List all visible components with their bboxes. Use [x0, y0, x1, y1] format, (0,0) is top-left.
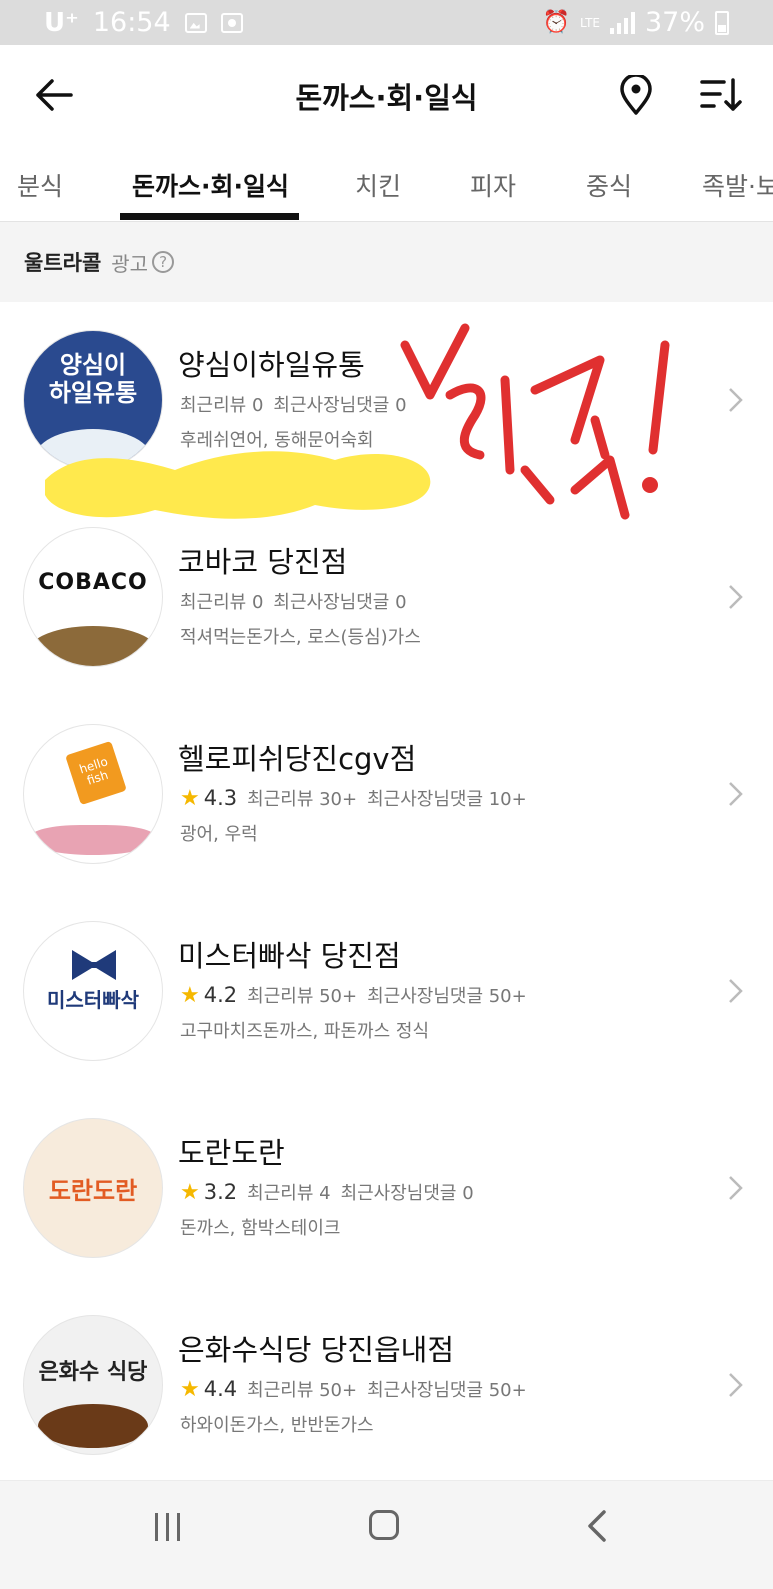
review-stats: 최근리뷰 0 최근사장님댓글 0 [180, 588, 407, 614]
status-bar: U⁺ 16:54 ⏰ LTE 37% [0, 0, 773, 45]
network-label: LTE [580, 15, 600, 30]
tab-jokbal[interactable]: 족발·보 [702, 167, 773, 203]
list-item[interactable]: 미스터빠삭 미스터빠삭 당진점 ★ 4.2 최근리뷰 50+ 최근사장님댓글 5… [0, 893, 773, 1090]
rating-value: 4.4 [203, 1377, 238, 1401]
chevron-right-icon [729, 1176, 743, 1200]
logo-text: 미스터빠삭 [47, 988, 139, 1012]
menu-summary: 적셔먹는돈가스, 로스(등심)가스 [180, 627, 421, 648]
owner-reply-count: 최근사장님댓글 50+ [367, 1380, 527, 1401]
list-item[interactable]: hello fish 헬로피쉬당진cgv점 ★ 4.3 최근리뷰 30+ 최근사장… [0, 696, 773, 893]
rating-value: 4.3 [203, 786, 238, 810]
app-header: 돈까스·회·일식 [0, 45, 773, 145]
red-handwritten-annotation [400, 323, 670, 520]
gallery-icon [184, 12, 207, 33]
star-icon: ★ [180, 785, 200, 811]
review-stats: ★ 4.4 최근리뷰 50+ 최근사장님댓글 50+ [180, 1376, 527, 1402]
menu-summary: 돈까스, 함박스테이크 [180, 1218, 341, 1239]
tab-donkatsu[interactable]: 돈까스·회·일식 [132, 167, 289, 203]
list-item[interactable]: 도란도란 도란도란 ★ 3.2 최근리뷰 4 최근사장님댓글 0 돈까스, 함박… [0, 1090, 773, 1287]
review-stats: 최근리뷰 0 최근사장님댓글 0 [180, 391, 407, 417]
section-title: 울트라콜 [24, 251, 102, 275]
section-header: 울트라콜 광고 ? [0, 222, 773, 302]
alarm-icon: ⏰ [542, 10, 571, 35]
restaurant-logo: 도란도란 [23, 1118, 163, 1258]
restaurant-logo: 은화수 식당 [23, 1315, 163, 1455]
system-nav-bar [0, 1480, 773, 1589]
sort-icon[interactable] [700, 77, 742, 113]
review-stats: ★ 4.3 최근리뷰 30+ 최근사장님댓글 10+ [180, 785, 527, 811]
restaurant-logo: hello fish [23, 724, 163, 864]
review-stats: ★ 3.2 최근리뷰 4 최근사장님댓글 0 [180, 1179, 474, 1205]
back-icon[interactable] [585, 1509, 609, 1543]
chevron-right-icon [729, 979, 743, 1003]
review-count: 최근리뷰 0 [180, 592, 264, 613]
chevron-right-icon [729, 1373, 743, 1397]
review-count: 최근리뷰 0 [180, 395, 264, 416]
chevron-right-icon [729, 782, 743, 806]
ad-label: 광고 [111, 251, 149, 276]
restaurant-name: 양심이하일유통 [178, 348, 365, 382]
review-count: 최근리뷰 4 [247, 1183, 331, 1204]
star-icon: ★ [180, 1376, 200, 1402]
owner-reply-count: 최근사장님댓글 10+ [367, 789, 527, 810]
yellow-redaction-scribble [45, 451, 431, 519]
owner-reply-count: 최근사장님댓글 0 [273, 395, 407, 416]
review-count: 최근리뷰 30+ [247, 789, 358, 810]
screenshot-icon [220, 12, 243, 33]
recent-apps-icon[interactable] [155, 1513, 185, 1541]
location-pin-icon[interactable] [618, 75, 654, 115]
restaurant-logo: 미스터빠삭 [23, 921, 163, 1061]
tab-pizza[interactable]: 피자 [470, 167, 516, 203]
star-icon: ★ [180, 1179, 200, 1205]
restaurant-name: 도란도란 [178, 1136, 285, 1170]
list-item[interactable]: 은화수 식당 은화수식당 당진읍내점 ★ 4.4 최근리뷰 50+ 최근사장님댓… [0, 1287, 773, 1484]
menu-summary: 고구마치즈돈까스, 파돈까스 정식 [180, 1021, 430, 1042]
review-count: 최근리뷰 50+ [247, 986, 358, 1007]
restaurant-name: 코바코 당진점 [178, 545, 348, 579]
tab-chicken[interactable]: 치킨 [355, 167, 401, 203]
rating-value: 4.2 [203, 983, 238, 1007]
review-count: 최근리뷰 50+ [247, 1380, 358, 1401]
restaurant-name: 은화수식당 당진읍내점 [178, 1333, 455, 1367]
category-tabs: 분식 돈까스·회·일식 치킨 피자 중식 족발·보 [0, 145, 773, 222]
back-arrow-icon[interactable] [34, 77, 74, 113]
battery-icon [715, 10, 729, 35]
battery-percent: 37% [644, 7, 705, 38]
owner-reply-count: 최근사장님댓글 0 [273, 592, 407, 613]
menu-summary: 하와이돈가스, 반반돈가스 [180, 1415, 374, 1436]
signal-icon [609, 11, 635, 34]
logo-text: 도란도란 [48, 1177, 138, 1205]
tab-bunsik[interactable]: 분식 [17, 167, 63, 203]
star-icon: ★ [180, 982, 200, 1008]
home-icon[interactable] [369, 1510, 399, 1540]
clock: 16:54 [92, 7, 171, 38]
review-stats: ★ 4.2 최근리뷰 50+ 최근사장님댓글 50+ [180, 982, 527, 1008]
page-title: 돈까스·회·일식 [295, 81, 478, 115]
active-tab-indicator [120, 213, 299, 220]
logo-text: 은화수 식당 [38, 1360, 148, 1385]
owner-reply-count: 최근사장님댓글 0 [340, 1183, 474, 1204]
restaurant-name: 헬로피쉬당진cgv점 [178, 742, 417, 776]
owner-reply-count: 최근사장님댓글 50+ [367, 986, 527, 1007]
restaurant-logo: COBACO [23, 527, 163, 667]
logo-text: hello fish [77, 754, 110, 788]
logo-text: COBACO [38, 570, 148, 595]
restaurant-name: 미스터빠삭 당진점 [178, 939, 401, 973]
menu-summary: 광어, 우럭 [180, 824, 258, 845]
rating-value: 3.2 [203, 1180, 238, 1204]
chevron-right-icon [729, 585, 743, 609]
tab-chinese[interactable]: 중식 [586, 167, 632, 203]
chevron-right-icon [729, 388, 743, 412]
carrier-label: U⁺ [44, 7, 79, 38]
help-icon[interactable]: ? [152, 251, 175, 273]
logo-text: 양심이 하일유통 [48, 351, 138, 407]
